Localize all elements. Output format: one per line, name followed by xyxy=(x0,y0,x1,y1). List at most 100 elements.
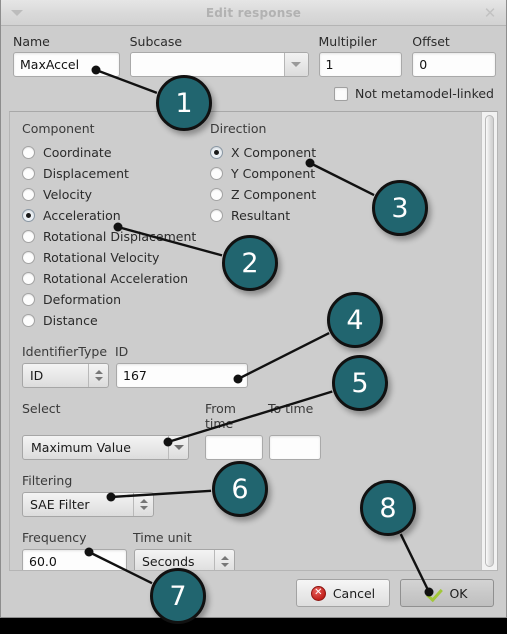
radio-distance[interactable]: Distance xyxy=(22,310,210,331)
radio-rotational-acceleration[interactable]: Rotational Acceleration xyxy=(22,268,210,289)
radio-rotational-displacement[interactable]: Rotational Displacement xyxy=(22,226,210,247)
radio-acceleration[interactable]: Acceleration xyxy=(22,205,210,226)
time-unit-spinner[interactable]: Seconds xyxy=(134,549,235,570)
dialog-footer: ✕ Cancel OK xyxy=(1,571,506,617)
ok-button[interactable]: OK xyxy=(400,579,494,607)
chevron-down-icon[interactable] xyxy=(11,9,23,16)
select-value: Maximum Value xyxy=(31,440,131,455)
settings-scroll-panel: Component Coordinate Displacement Veloci… xyxy=(9,111,498,571)
frequency-controls: 60.0 Seconds xyxy=(22,549,481,570)
frequency-block: Frequency Time unit 60.0 Seconds xyxy=(22,530,481,570)
spinner-arrows-icon[interactable] xyxy=(88,364,108,387)
radio-icon[interactable] xyxy=(22,251,35,264)
radio-velocity[interactable]: Velocity xyxy=(22,184,210,205)
filtering-block: Filtering SAE Filter xyxy=(22,473,481,517)
radio-x-component[interactable]: X Component xyxy=(210,142,400,163)
identifier-type-label: IdentifierType xyxy=(22,344,108,359)
radio-coordinate[interactable]: Coordinate xyxy=(22,142,210,163)
radio-label: Rotational Velocity xyxy=(43,250,160,265)
radio-icon-selected[interactable] xyxy=(22,209,35,222)
radio-icon[interactable] xyxy=(22,293,35,306)
radio-label: Rotational Acceleration xyxy=(43,271,189,286)
frequency-input[interactable]: 60.0 xyxy=(22,549,127,570)
from-time-input[interactable] xyxy=(205,435,263,460)
metamodel-checkbox[interactable] xyxy=(333,86,348,101)
radio-icon[interactable] xyxy=(22,188,35,201)
radio-icon[interactable] xyxy=(22,167,35,180)
metamodel-checkbox-label: Not metamodel-linked xyxy=(354,86,494,101)
vertical-scrollbar[interactable] xyxy=(481,112,497,570)
radio-icon[interactable] xyxy=(210,209,223,222)
identifier-labels: IdentifierType ID xyxy=(22,344,481,359)
spinner-arrows-icon[interactable] xyxy=(214,550,234,570)
screenshot-root: Edit response ✕ Name MaxAccel Subcase Mu… xyxy=(0,0,507,634)
radio-label: Resultant xyxy=(231,208,291,223)
radio-deformation[interactable]: Deformation xyxy=(22,289,210,310)
radio-icon-selected[interactable] xyxy=(210,146,223,159)
radio-icon[interactable] xyxy=(22,272,35,285)
cancel-button[interactable]: ✕ Cancel xyxy=(296,579,390,607)
radio-resultant[interactable]: Resultant xyxy=(210,205,400,226)
id-label: ID xyxy=(115,344,129,359)
radio-icon[interactable] xyxy=(210,167,223,180)
radio-label: Velocity xyxy=(43,187,93,202)
time-unit-value: Seconds xyxy=(142,554,195,569)
error-x-icon: ✕ xyxy=(310,585,326,601)
metamodel-checkbox-row[interactable]: Not metamodel-linked xyxy=(13,86,496,101)
radio-icon[interactable] xyxy=(22,314,35,327)
settings-content: Component Coordinate Displacement Veloci… xyxy=(10,112,481,570)
radio-label: Acceleration xyxy=(43,208,121,223)
radio-label: X Component xyxy=(231,145,317,160)
radio-y-component[interactable]: Y Component xyxy=(210,163,400,184)
edit-response-dialog: Edit response ✕ Name MaxAccel Subcase Mu… xyxy=(0,0,507,618)
name-input[interactable]: MaxAccel xyxy=(13,52,120,77)
select-label: Select xyxy=(22,401,61,416)
radio-label: Distance xyxy=(43,313,98,328)
identifier-block: IdentifierType ID ID 167 xyxy=(22,344,481,388)
top-form-area: Name MaxAccel Subcase Multipiler 1 Offse… xyxy=(1,26,506,105)
to-time-label: To time xyxy=(268,401,314,416)
time-unit-label: Time unit xyxy=(133,530,192,545)
ok-button-label: OK xyxy=(449,585,468,601)
filtering-combobox[interactable]: SAE Filter xyxy=(22,492,154,517)
select-combobox[interactable]: Maximum Value xyxy=(22,435,189,460)
subcase-value xyxy=(131,53,284,76)
component-group-label: Component xyxy=(22,121,95,136)
radio-displacement[interactable]: Displacement xyxy=(22,163,210,184)
close-icon[interactable]: ✕ xyxy=(483,5,497,20)
filtering-label: Filtering xyxy=(22,473,73,488)
top-fields-row: Name MaxAccel Subcase Multipiler 1 Offse… xyxy=(13,34,497,77)
spinner-arrows-icon[interactable] xyxy=(133,493,153,516)
select-labels: Select From time To time xyxy=(22,401,481,431)
radio-icon[interactable] xyxy=(210,188,223,201)
radio-z-component[interactable]: Z Component xyxy=(210,184,400,205)
offset-input[interactable]: 0 xyxy=(412,52,497,77)
radio-icon[interactable] xyxy=(22,230,35,243)
offset-field-group: Offset 0 xyxy=(412,34,497,77)
identifier-controls: ID 167 xyxy=(22,363,481,388)
subcase-label: Subcase xyxy=(129,34,183,49)
chevron-down-icon[interactable] xyxy=(283,53,308,76)
identifier-type-spinner[interactable]: ID xyxy=(22,363,109,388)
radio-label: Rotational Displacement xyxy=(43,229,197,244)
direction-group-label: Direction xyxy=(210,121,267,136)
radio-icon[interactable] xyxy=(22,146,35,159)
radio-rotational-velocity[interactable]: Rotational Velocity xyxy=(22,247,210,268)
from-time-label: From time xyxy=(205,401,236,431)
name-field-group: Name MaxAccel xyxy=(13,34,120,77)
frequency-label: Frequency xyxy=(22,530,87,545)
check-icon xyxy=(426,585,442,601)
scrollbar-thumb[interactable] xyxy=(485,115,494,567)
chevron-down-icon[interactable] xyxy=(168,436,188,459)
component-group: Component Coordinate Displacement Veloci… xyxy=(22,121,210,331)
title-bar: Edit response ✕ xyxy=(1,0,506,26)
id-input[interactable]: 167 xyxy=(116,363,248,388)
to-time-input[interactable] xyxy=(269,435,321,460)
multiplier-input[interactable]: 1 xyxy=(318,52,403,77)
frequency-labels: Frequency Time unit xyxy=(22,530,481,545)
radio-label: Deformation xyxy=(43,292,122,307)
subcase-combobox[interactable] xyxy=(129,52,309,77)
cancel-button-label: Cancel xyxy=(332,585,376,601)
radio-label: Z Component xyxy=(231,187,317,202)
filtering-value: SAE Filter xyxy=(30,497,90,512)
